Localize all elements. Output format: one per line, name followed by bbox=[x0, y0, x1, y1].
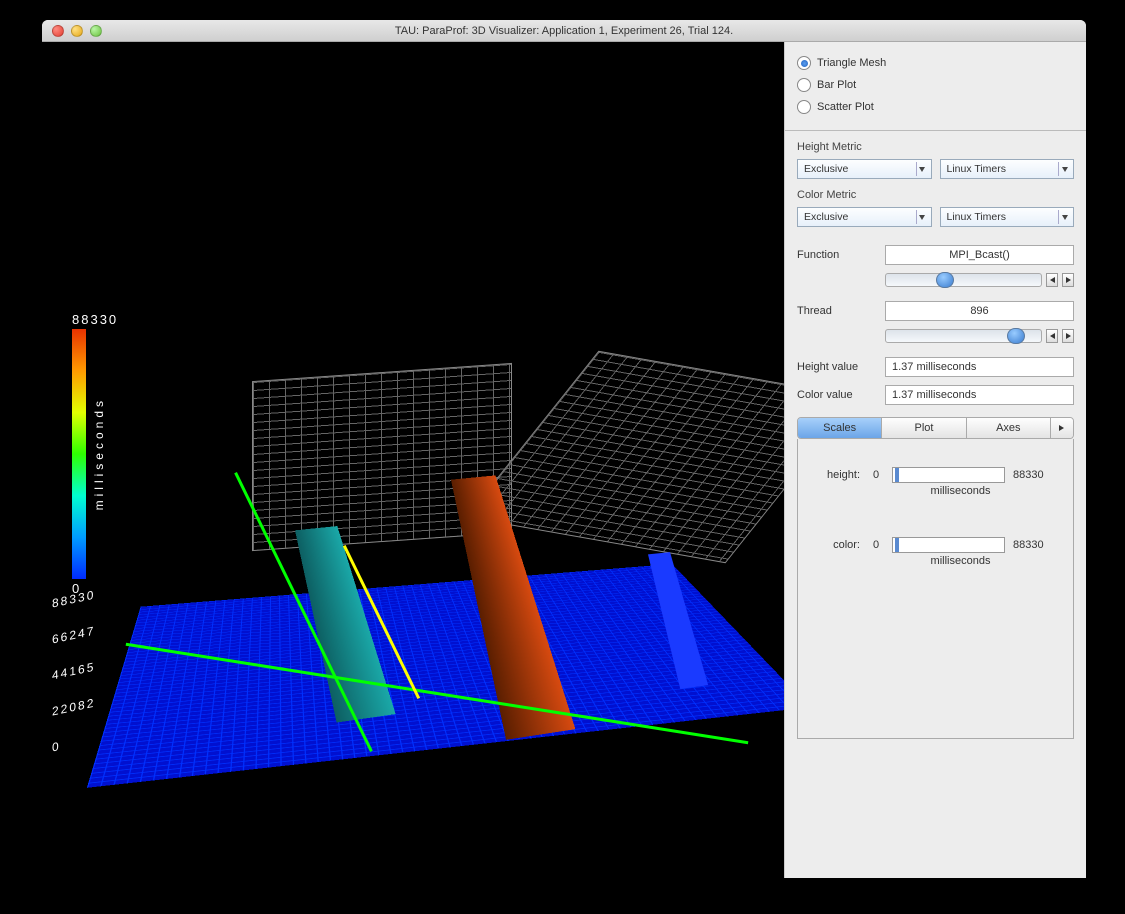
app-window: TAU: ParaProf: 3D Visualizer: Applicatio… bbox=[42, 20, 1086, 878]
scale-color-max: 88330 bbox=[1013, 539, 1059, 551]
tab-content-scales: height: 0 88330 milliseconds color: 0 88… bbox=[797, 439, 1074, 739]
scale-color-label: color: bbox=[812, 539, 860, 551]
color-value-label: Color value bbox=[797, 389, 875, 401]
color-metric-label: Color Metric bbox=[797, 189, 1074, 201]
radio-triangle-mesh[interactable]: Triangle Mesh bbox=[797, 52, 1074, 74]
tab-plot[interactable]: Plot bbox=[882, 418, 966, 438]
scale-height-min: 0 bbox=[868, 469, 884, 481]
scale-height-max: 88330 bbox=[1013, 469, 1059, 481]
plot-type-group: Triangle Mesh Bar Plot Scatter Plot bbox=[797, 52, 1074, 118]
function-field[interactable]: MPI_Bcast() bbox=[885, 245, 1074, 265]
function-next-button[interactable] bbox=[1062, 273, 1074, 287]
radio-label: Triangle Mesh bbox=[817, 57, 886, 69]
height-metric-type-combo[interactable]: Exclusive bbox=[797, 159, 932, 179]
thread-label: Thread bbox=[797, 305, 875, 317]
radio-scatter-plot[interactable]: Scatter Plot bbox=[797, 96, 1074, 118]
thread-next-button[interactable] bbox=[1062, 329, 1074, 343]
z-tick: 0 bbox=[52, 731, 95, 754]
function-slider[interactable] bbox=[885, 273, 1042, 287]
combo-value: Exclusive bbox=[804, 163, 848, 175]
visualization-canvas[interactable]: 88330 milliseconds 0 88330 66247 44165 2… bbox=[42, 42, 784, 878]
height-value-label: Height value bbox=[797, 361, 875, 373]
thread-slider[interactable] bbox=[885, 329, 1042, 343]
radio-icon bbox=[797, 78, 811, 92]
combo-value: Linux Timers bbox=[947, 211, 1007, 223]
scale-color-slider[interactable] bbox=[892, 537, 1005, 553]
content-area: 88330 milliseconds 0 88330 66247 44165 2… bbox=[42, 42, 1086, 878]
tab-bar: Scales Plot Axes bbox=[797, 417, 1074, 439]
close-icon[interactable] bbox=[52, 25, 64, 37]
z-tick: 88330 bbox=[52, 587, 95, 610]
scale-height-unit: milliseconds bbox=[862, 485, 1059, 497]
scale-height-slider[interactable] bbox=[892, 467, 1005, 483]
function-prev-button[interactable] bbox=[1046, 273, 1058, 287]
scale-color-min: 0 bbox=[868, 539, 884, 551]
color-value-field: 1.37 milliseconds bbox=[885, 385, 1074, 405]
slider-thumb[interactable] bbox=[895, 468, 899, 482]
z-tick: 44165 bbox=[52, 659, 95, 682]
z-tick: 22082 bbox=[52, 695, 95, 718]
plot-3d[interactable] bbox=[162, 372, 782, 832]
triangle-left-icon bbox=[1050, 277, 1055, 283]
chevron-down-icon bbox=[1058, 210, 1070, 224]
radio-label: Bar Plot bbox=[817, 79, 856, 91]
color-metric-type-combo[interactable]: Exclusive bbox=[797, 207, 932, 227]
triangle-right-icon bbox=[1059, 425, 1064, 431]
radio-icon bbox=[797, 100, 811, 114]
colorbar: 88330 milliseconds 0 bbox=[72, 312, 142, 596]
window-title: TAU: ParaProf: 3D Visualizer: Applicatio… bbox=[42, 25, 1086, 37]
triangle-right-icon bbox=[1066, 277, 1071, 283]
height-metric-source-combo[interactable]: Linux Timers bbox=[940, 159, 1075, 179]
radio-label: Scatter Plot bbox=[817, 101, 874, 113]
thread-field[interactable]: 896 bbox=[885, 301, 1074, 321]
tab-overflow-button[interactable] bbox=[1051, 418, 1073, 438]
radio-icon bbox=[797, 56, 811, 70]
scale-color-unit: milliseconds bbox=[862, 555, 1059, 567]
tab-scales[interactable]: Scales bbox=[798, 418, 882, 438]
minimize-icon[interactable] bbox=[71, 25, 83, 37]
slider-thumb[interactable] bbox=[1007, 328, 1025, 344]
slider-thumb[interactable] bbox=[895, 538, 899, 552]
height-value-field: 1.37 milliseconds bbox=[885, 357, 1074, 377]
traffic-lights bbox=[42, 25, 102, 37]
slider-thumb[interactable] bbox=[936, 272, 954, 288]
thread-prev-button[interactable] bbox=[1046, 329, 1058, 343]
side-panel: Triangle Mesh Bar Plot Scatter Plot Heig… bbox=[784, 42, 1086, 878]
tab-axes[interactable]: Axes bbox=[967, 418, 1051, 438]
divider bbox=[785, 130, 1086, 131]
colorbar-gradient bbox=[72, 329, 86, 579]
chevron-down-icon bbox=[916, 162, 928, 176]
scale-height-label: height: bbox=[812, 469, 860, 481]
colorbar-unit-label: milliseconds bbox=[92, 397, 106, 510]
colorbar-max: 88330 bbox=[72, 312, 118, 327]
chevron-down-icon bbox=[1058, 162, 1070, 176]
triangle-right-icon bbox=[1066, 333, 1071, 339]
zoom-icon[interactable] bbox=[90, 25, 102, 37]
z-axis-ticks: 88330 66247 44165 22082 0 bbox=[52, 592, 95, 772]
titlebar[interactable]: TAU: ParaProf: 3D Visualizer: Applicatio… bbox=[42, 20, 1086, 42]
radio-bar-plot[interactable]: Bar Plot bbox=[797, 74, 1074, 96]
z-tick: 66247 bbox=[52, 623, 95, 646]
function-label: Function bbox=[797, 249, 875, 261]
combo-value: Exclusive bbox=[804, 211, 848, 223]
color-metric-source-combo[interactable]: Linux Timers bbox=[940, 207, 1075, 227]
triangle-left-icon bbox=[1050, 333, 1055, 339]
height-metric-label: Height Metric bbox=[797, 141, 1074, 153]
combo-value: Linux Timers bbox=[947, 163, 1007, 175]
chevron-down-icon bbox=[916, 210, 928, 224]
